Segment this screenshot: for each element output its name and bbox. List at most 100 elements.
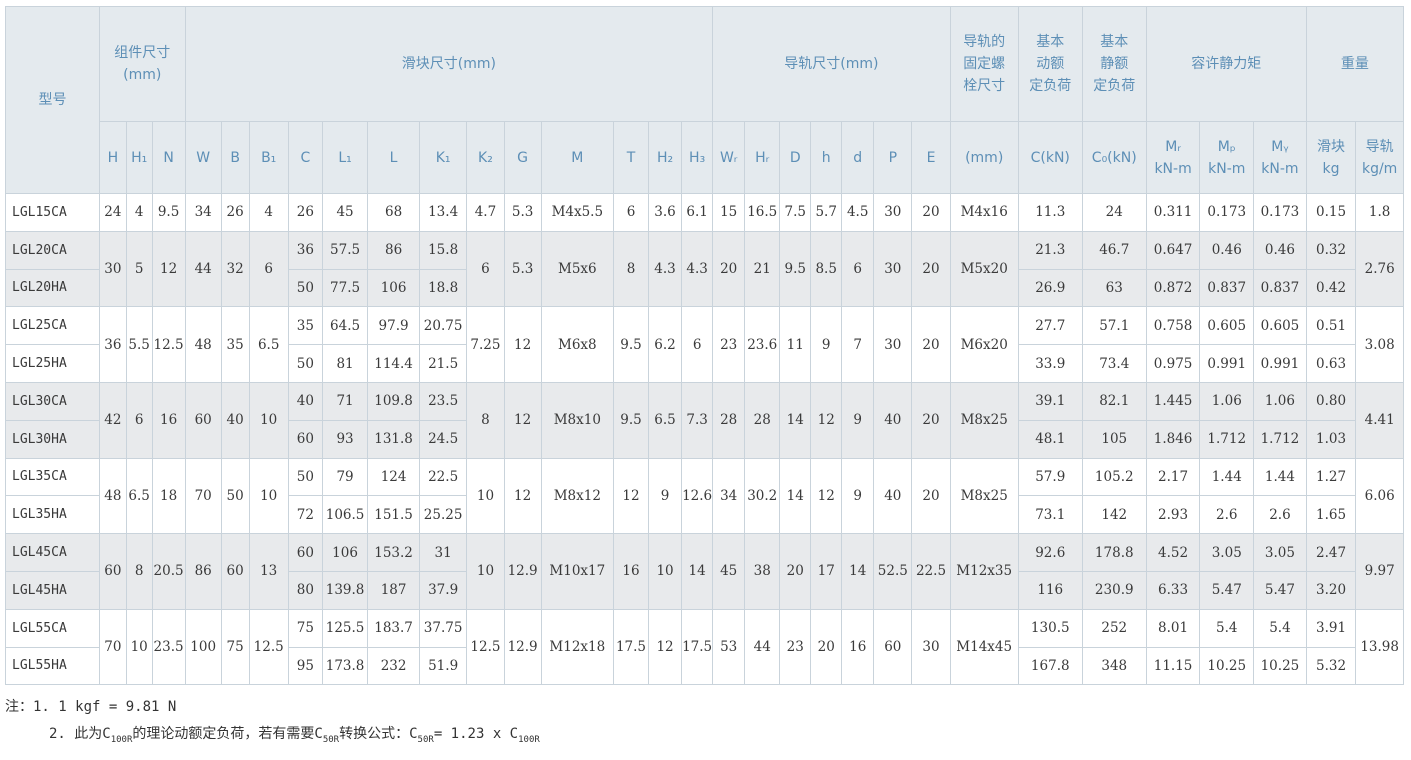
cell-g: 12 [503, 457, 542, 535]
cell-mp: 2.6 [1199, 495, 1255, 535]
cell-d: 16 [841, 608, 875, 686]
cell-h: 60 [98, 533, 127, 610]
cell-l1: 77.5 [321, 268, 369, 308]
cell-d: 4.5 [841, 193, 875, 232]
cell-my: 5.47 [1253, 570, 1307, 610]
cell-h1: 8 [125, 533, 153, 610]
cell-ckn: 11.3 [1017, 193, 1083, 232]
header-basic-static: 基本 静额 定负荷 [1081, 6, 1147, 122]
note-2: 2. 此为C100R的理论动额定负荷，若有需要C50R转换公式：C50R= 1.… [49, 726, 540, 745]
cell-h2: 6.5 [648, 381, 683, 459]
subheader-weight-0: 滑块 kg [1305, 121, 1357, 194]
cell-model: LGL25CA [5, 306, 100, 346]
cell-h3: 17.5 [681, 608, 714, 686]
cell-bolt: M6x20 [949, 306, 1019, 383]
cell-m: M5x6 [540, 230, 614, 308]
cell-l: 151.5 [367, 495, 420, 535]
cell-ckn: 27.7 [1017, 306, 1083, 346]
subheader-0: H [98, 121, 127, 194]
cell-b: 32 [220, 230, 250, 308]
cell-k2: 10 [466, 457, 505, 535]
cell-l: 131.8 [367, 419, 420, 459]
cell-l1: 64.5 [321, 306, 369, 346]
cell-p: 30 [873, 230, 913, 308]
cell-h3: 4.3 [681, 230, 714, 308]
subheader-5: B₁ [248, 121, 289, 194]
cell-l1: 93 [321, 419, 369, 459]
spec-table: 型号 组件尺寸 (mm) 滑块尺寸(mm) 导轨尺寸(mm) 导轨的 固定螺 栓尺寸 … [5, 6, 1405, 686]
cell-model: LGL45HA [5, 570, 100, 610]
cell-c0kn: 348 [1081, 646, 1147, 686]
cell-h3: 7.3 [681, 381, 714, 459]
cell-mp: 1.06 [1199, 381, 1255, 421]
cell-my: 3.05 [1253, 533, 1307, 572]
header-block-dim: 滑块尺寸(mm) [184, 6, 714, 122]
cell-mr: 0.872 [1145, 268, 1201, 308]
cell-c: 50 [287, 457, 323, 497]
cell-k2: 12.5 [466, 608, 505, 686]
cell-wb: 0.80 [1305, 381, 1357, 421]
cell-h: 42 [98, 381, 127, 459]
cell-k2: 8 [466, 381, 505, 459]
cell-e: 22.5 [911, 533, 951, 610]
cell-k1: 13.4 [418, 193, 468, 232]
cell-mp: 0.605 [1199, 306, 1255, 346]
cell-m: M8x10 [540, 381, 614, 459]
cell-wb: 0.15 [1305, 193, 1357, 232]
header-rail-bolt: 导轨的 固定螺 栓尺寸 [949, 6, 1019, 122]
subheader-23: (mm) [949, 121, 1019, 194]
cell-wr: 3.08 [1355, 306, 1404, 383]
cell-ckn: 167.8 [1017, 646, 1083, 686]
cell-mr: 0.975 [1145, 344, 1201, 383]
cell-bolt: M4x16 [949, 193, 1019, 232]
cell-l1: 139.8 [321, 570, 369, 610]
cell-wb: 1.27 [1305, 457, 1357, 497]
subheader-10: K₂ [466, 121, 505, 194]
cell-k1: 25.25 [418, 495, 468, 535]
subheader-1: H₁ [125, 121, 153, 194]
cell-hr: 21 [744, 230, 781, 308]
cell-e: 30 [911, 608, 951, 686]
cell-model: LGL20HA [5, 268, 100, 308]
cell-d: 14 [779, 381, 812, 459]
cell-c: 50 [287, 344, 323, 383]
cell-l1: 106.5 [321, 495, 369, 535]
cell-mr: 6.33 [1145, 570, 1201, 610]
cell-d: 20 [779, 533, 812, 610]
cell-c0kn: 105 [1081, 419, 1147, 459]
cell-e: 20 [911, 230, 951, 308]
cell-h3: 12.6 [681, 457, 714, 535]
cell-h3: 6.1 [681, 193, 714, 232]
cell-c0kn: 63 [1081, 268, 1147, 308]
cell-c: 35 [287, 306, 323, 346]
cell-model: LGL35HA [5, 495, 100, 535]
subheader-13: T [612, 121, 650, 194]
cell-t: 6 [612, 193, 650, 232]
subheader-17: Hᵣ [744, 121, 781, 194]
subheader-row: H H₁ N W B B₁ C L₁ L K₁ K₂ G M T H₂ H₃ Wᵣ Hᵣ Dh d P E (mm) C(kN… [6, 121, 1404, 194]
cell-l: 183.7 [367, 608, 420, 648]
cell-l: 232 [367, 646, 420, 686]
cell-ckn: 26.9 [1017, 268, 1083, 308]
subheader-18: D [779, 121, 812, 194]
cell-my: 0.837 [1253, 268, 1307, 308]
table-row: LGL30CA 42 6 16 60 40 10 40 71 109.8 23.5 8 12 M8x10 9… [5, 381, 1404, 459]
cell-my: 5.4 [1253, 608, 1307, 648]
cell-model: LGL20CA [5, 230, 100, 270]
cell-k1: 21.5 [418, 344, 468, 383]
cell-h1: 6 [125, 381, 153, 459]
cell-ckn: 92.6 [1017, 533, 1083, 572]
cell-my: 1.06 [1253, 381, 1307, 421]
cell-e: 20 [911, 381, 951, 459]
cell-h1: 6.5 [125, 457, 153, 535]
cell-my: 10.25 [1253, 646, 1307, 686]
cell-ckn: 48.1 [1017, 419, 1083, 459]
subheader-15: H₃ [681, 121, 714, 194]
cell-k2: 4.7 [466, 193, 505, 232]
cell-w: 48 [184, 306, 222, 383]
header-static-moment: 容许静力矩 [1145, 6, 1307, 122]
cell-b1: 13 [248, 533, 289, 610]
header-basic-dynamic: 基本 动额 定负荷 [1017, 6, 1083, 122]
table-body: LGL15CA 24 4 9.5 34 26 4 26 45 68 13.4 4.7 5.3 M4x5.5… [5, 193, 1404, 686]
subheader-16: Wᵣ [712, 121, 746, 194]
